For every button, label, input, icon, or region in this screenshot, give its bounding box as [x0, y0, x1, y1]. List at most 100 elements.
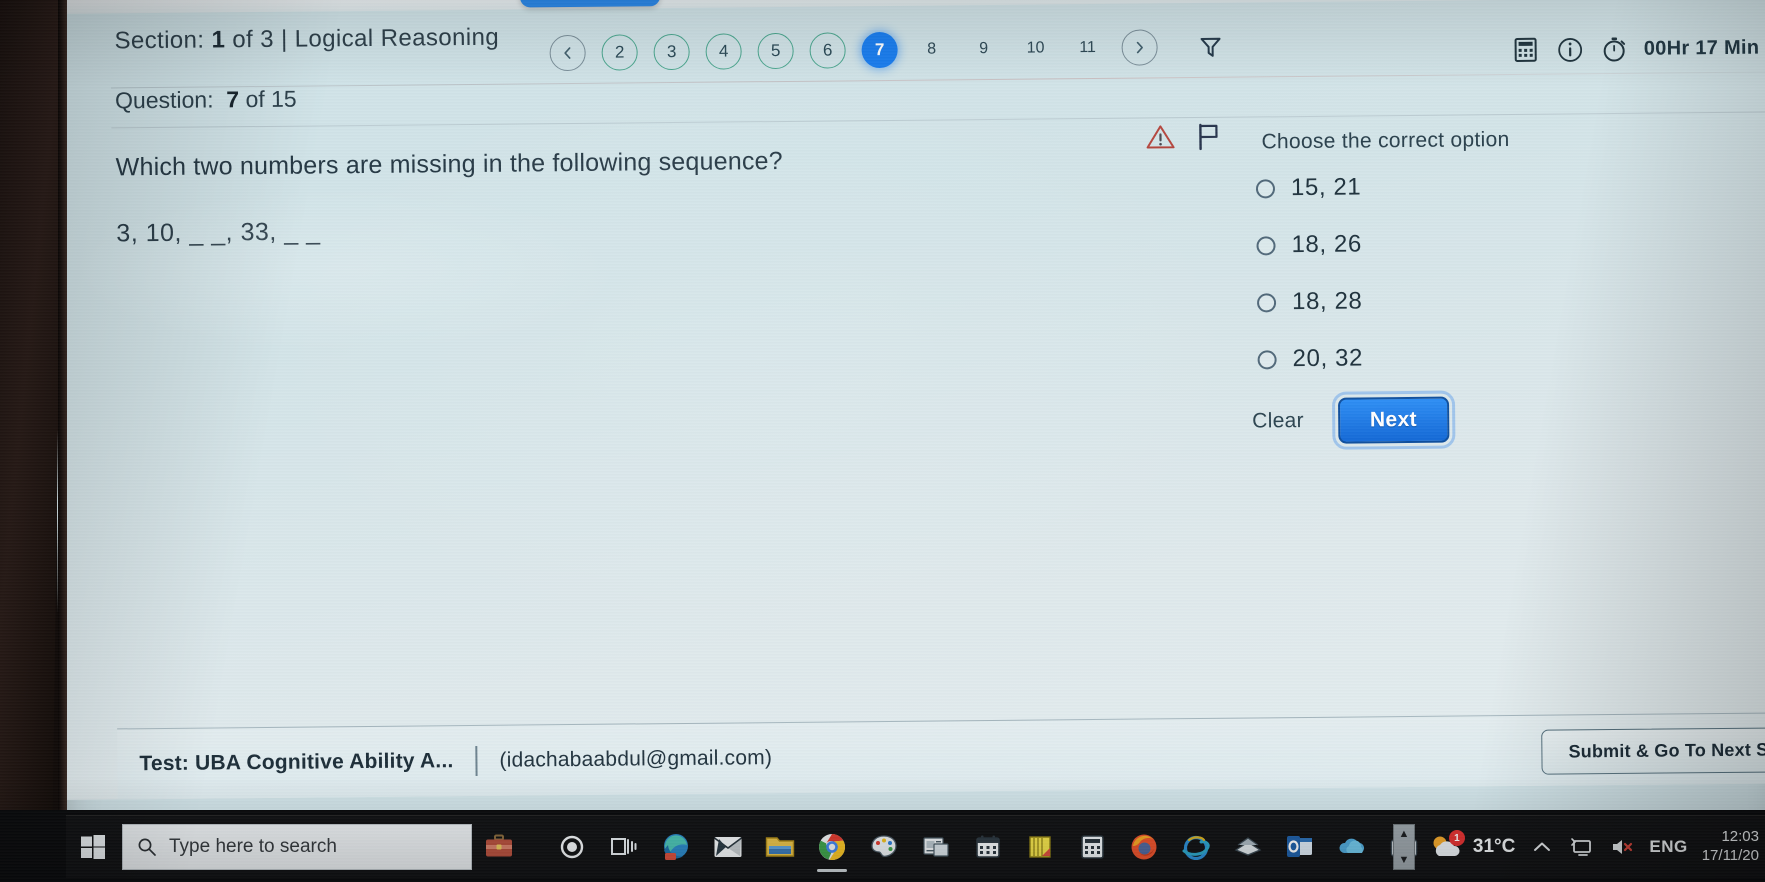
flag-question-button[interactable]: [1195, 123, 1221, 151]
stopwatch-icon: [1603, 36, 1625, 62]
news-icon: [923, 837, 949, 857]
start-button[interactable]: [66, 816, 120, 878]
calculator-app-icon: [1080, 835, 1104, 859]
google-chrome-icon: [819, 834, 846, 861]
pager-label: 10: [1026, 39, 1045, 57]
pager-label: 11: [1079, 38, 1096, 57]
question-sequence: 3, 10, _ _, 33, _ _: [116, 216, 321, 247]
briefcase-icon: [486, 834, 512, 857]
submit-next-section-button[interactable]: Submit & Go To Next S: [1541, 727, 1765, 775]
pager-item-10[interactable]: 10: [1017, 30, 1053, 66]
option-row-2[interactable]: 18, 26: [1256, 230, 1362, 259]
weather-widget[interactable]: 1 31°C: [1429, 830, 1516, 862]
pager-next-button[interactable]: [1121, 29, 1158, 66]
cortana-button[interactable]: [548, 818, 596, 876]
books-icon: [1234, 837, 1262, 856]
pager-item-6[interactable]: 6: [809, 32, 846, 69]
pager-item-9[interactable]: 9: [965, 31, 1001, 67]
option-row-1[interactable]: 15, 21: [1255, 173, 1362, 202]
clock-widget[interactable]: 12:03 17/11/20: [1702, 828, 1763, 866]
question-pager[interactable]: 2 3 4 5 6 7 8 9 10 11: [549, 29, 1225, 72]
question-total: of 15: [245, 85, 297, 113]
monitor-bezel-edge: [58, 0, 67, 882]
books-button[interactable]: [1224, 818, 1272, 876]
outlook-button[interactable]: [1276, 818, 1324, 876]
filter-button[interactable]: [1195, 32, 1225, 62]
pager-label: 6: [822, 40, 833, 60]
paint-button[interactable]: [860, 818, 908, 876]
task-view-button[interactable]: [600, 818, 648, 876]
mail-button[interactable]: [704, 818, 752, 876]
monitor-photo: Section: 1 of 3 | Logical Reasoning 2 3 …: [0, 0, 1765, 882]
taskbar-search-box[interactable]: Type here to search: [122, 824, 472, 870]
firefox-icon: [1131, 834, 1157, 860]
next-button[interactable]: Next: [1331, 390, 1456, 450]
sticky-notes-button[interactable]: [1016, 818, 1064, 876]
pager-label: 8: [927, 40, 937, 58]
question-number: 7: [226, 86, 240, 113]
section-total: of 3 | Logical Reasoning: [232, 23, 500, 54]
pager-item-7-current[interactable]: 7: [861, 31, 898, 69]
temperature-text: 31°C: [1472, 836, 1516, 857]
pager-label: 5: [770, 41, 781, 61]
news-button[interactable]: [912, 818, 960, 876]
briefcase-app[interactable]: [472, 816, 526, 878]
windows-start-icon: [81, 835, 105, 859]
panel-icon-group: [1145, 123, 1221, 152]
tray-scroll-control[interactable]: ▲ ▼: [1392, 824, 1415, 870]
onedrive-button[interactable]: [1328, 818, 1376, 876]
section-indicator: Section: 1 of 3 | Logical Reasoning: [114, 24, 499, 56]
exam-page: Section: 1 of 3 | Logical Reasoning 2 3 …: [52, 0, 1765, 800]
firefox-button[interactable]: [1120, 818, 1168, 876]
pager-item-2[interactable]: 2: [601, 34, 638, 71]
radio-button[interactable]: [1256, 292, 1277, 312]
clock-date: 17/11/20: [1701, 847, 1759, 864]
user-email: (idachabaabdul@gmail.com): [499, 746, 773, 772]
pager-label: 9: [979, 40, 989, 58]
option-row-3[interactable]: 18, 28: [1256, 287, 1363, 316]
language-indicator[interactable]: ENG: [1649, 837, 1687, 857]
volume-button[interactable]: [1609, 834, 1635, 860]
google-chrome-button[interactable]: [808, 818, 856, 876]
weather-cloud-sun-icon: 1: [1429, 830, 1465, 862]
file-explorer-button[interactable]: [756, 818, 804, 876]
calculator-button[interactable]: [1512, 36, 1540, 64]
taskbar-inner: Type here to search ▲ ▼ 1 31°C ENG 12:03…: [66, 815, 1765, 878]
choose-option-label: Choose the correct option: [1261, 128, 1510, 154]
info-button[interactable]: [1556, 35, 1584, 63]
question-divider: [111, 111, 1765, 129]
radio-button[interactable]: [1256, 235, 1276, 255]
warning-triangle-icon: [1146, 125, 1175, 149]
exam-footer: Test: UBA Cognitive Ability A... (idacha…: [117, 712, 1765, 800]
radio-button[interactable]: [1257, 349, 1277, 369]
option-row-4[interactable]: 20, 32: [1257, 344, 1363, 373]
microsoft-edge-icon: [664, 834, 688, 860]
network-button[interactable]: [1569, 834, 1595, 860]
question-label: Question:: [114, 86, 214, 114]
radio-button[interactable]: [1255, 178, 1276, 198]
clear-button[interactable]: Clear: [1246, 408, 1310, 435]
exam-header: Section: 1 of 3 | Logical Reasoning 2 3 …: [52, 0, 1765, 89]
pager-item-5[interactable]: 5: [757, 32, 794, 70]
pager-item-11[interactable]: 11: [1069, 30, 1105, 66]
onedrive-icon: [1339, 838, 1365, 853]
search-placeholder: Type here to search: [169, 836, 337, 857]
pager-prev-button[interactable]: [549, 34, 586, 72]
calendar-button[interactable]: [964, 818, 1012, 876]
pager-item-8[interactable]: 8: [913, 31, 949, 67]
show-hidden-icons-button[interactable]: [1529, 834, 1555, 860]
question-body: Which two numbers are missing in the fol…: [116, 141, 1017, 248]
cortana-icon: [560, 835, 584, 859]
report-question-button[interactable]: [1145, 123, 1175, 151]
pager-item-4[interactable]: 4: [705, 33, 742, 70]
timer-text: 00Hr 17 Min 4: [1643, 35, 1765, 60]
pager-item-3[interactable]: 3: [653, 33, 690, 71]
internet-explorer-icon: [1182, 835, 1210, 860]
calculator-app-button[interactable]: [1068, 818, 1116, 876]
chevron-right-icon: [1136, 41, 1143, 54]
question-indicator: Question: 7 of 15: [115, 86, 297, 115]
outlook-icon: [1287, 836, 1312, 857]
microsoft-edge-button[interactable]: [652, 818, 700, 876]
internet-explorer-button[interactable]: [1172, 818, 1220, 876]
option-label: 18, 28: [1291, 287, 1363, 316]
